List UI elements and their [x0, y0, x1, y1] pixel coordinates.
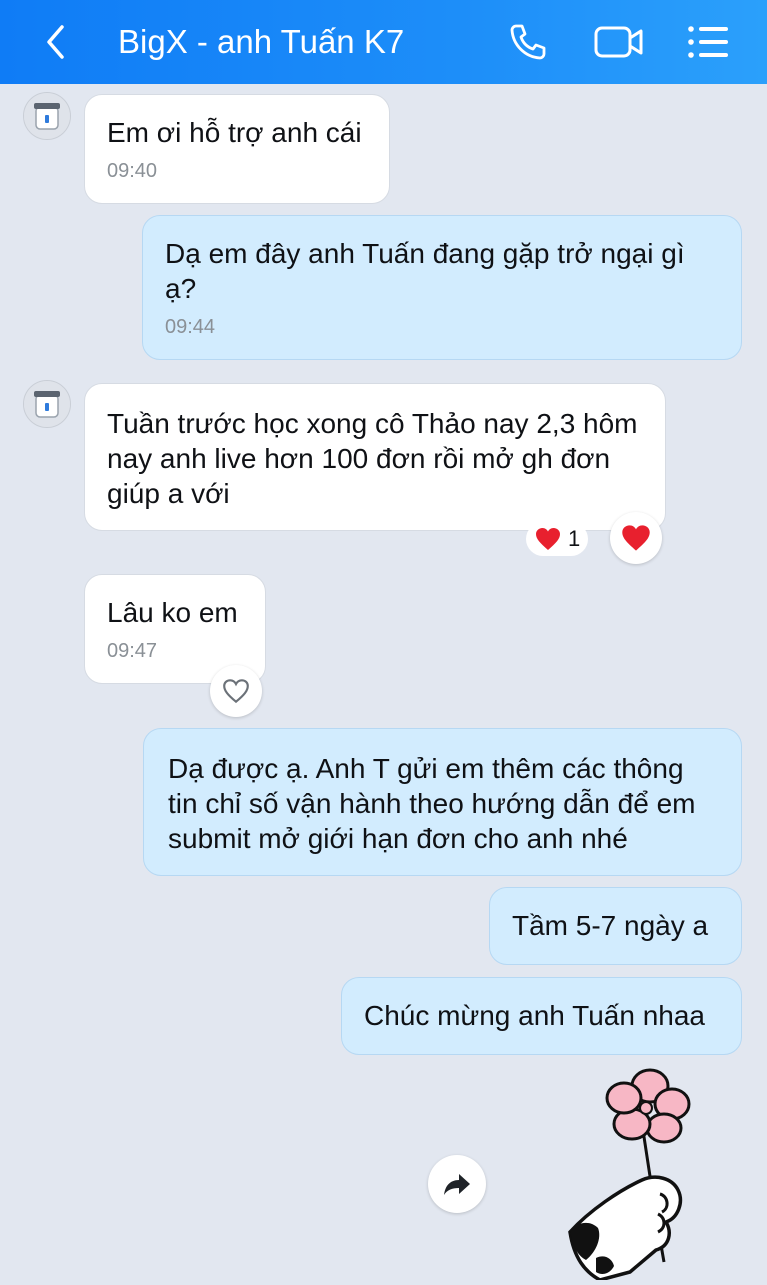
- message-text: Tầm 5-7 ngày a: [512, 910, 709, 941]
- reaction-summary[interactable]: 1: [526, 522, 589, 556]
- call-button[interactable]: [504, 18, 552, 66]
- heart-outline-icon: [223, 679, 249, 704]
- back-button[interactable]: [32, 18, 80, 66]
- message-text: Dạ được ạ. Anh T gửi em thêm các thông t…: [168, 753, 696, 854]
- message-bubble-outgoing[interactable]: Chúc mừng anh Tuấn nhaa: [341, 977, 742, 1055]
- message-text: Lâu ko em: [107, 597, 238, 628]
- message-bubble-incoming[interactable]: Em ơi hỗ trợ anh cái 09:40: [84, 94, 390, 204]
- avatar-image: [24, 381, 70, 427]
- forward-button[interactable]: [428, 1155, 486, 1213]
- chat-title[interactable]: BigX - anh Tuấn K7: [118, 20, 404, 64]
- message-text: Dạ em đây anh Tuấn đang gặp trở ngại gì …: [165, 238, 685, 304]
- chat-menu-button[interactable]: [684, 18, 732, 66]
- video-call-button[interactable]: [590, 18, 648, 66]
- avatar-image: [24, 93, 70, 139]
- react-button[interactable]: [210, 665, 262, 717]
- heart-icon: [536, 528, 560, 550]
- contact-avatar[interactable]: [23, 92, 71, 140]
- video-camera-icon: [594, 26, 643, 58]
- message-text: Em ơi hỗ trợ anh cái: [107, 117, 362, 148]
- react-heart-button[interactable]: [610, 512, 662, 564]
- flower-sticker[interactable]: [560, 1062, 710, 1282]
- reaction-count: 1: [568, 526, 581, 551]
- list-menu-icon: [688, 26, 728, 58]
- chat-header: BigX - anh Tuấn K7: [0, 0, 767, 84]
- heart-icon: [622, 525, 650, 551]
- message-bubble-outgoing[interactable]: Dạ em đây anh Tuấn đang gặp trở ngại gì …: [142, 215, 742, 360]
- message-bubble-incoming[interactable]: Tuần trước học xong cô Thảo nay 2,3 hôm …: [84, 383, 666, 531]
- message-time: 09:47: [107, 640, 158, 662]
- message-bubble-outgoing[interactable]: Tầm 5-7 ngày a: [489, 887, 742, 965]
- message-text: Chúc mừng anh Tuấn nhaa: [364, 1000, 705, 1031]
- message-bubble-outgoing[interactable]: Dạ được ạ. Anh T gửi em thêm các thông t…: [143, 728, 742, 876]
- message-text: Tuần trước học xong cô Thảo nay 2,3 hôm …: [107, 408, 638, 509]
- chevron-left-icon: [47, 25, 64, 59]
- message-time: 09:44: [165, 316, 216, 338]
- sticker-image: [568, 1068, 691, 1282]
- message-time: 09:40: [107, 160, 158, 182]
- phone-icon: [510, 24, 546, 60]
- forward-arrow-icon: [444, 1174, 470, 1195]
- contact-avatar[interactable]: [23, 380, 71, 428]
